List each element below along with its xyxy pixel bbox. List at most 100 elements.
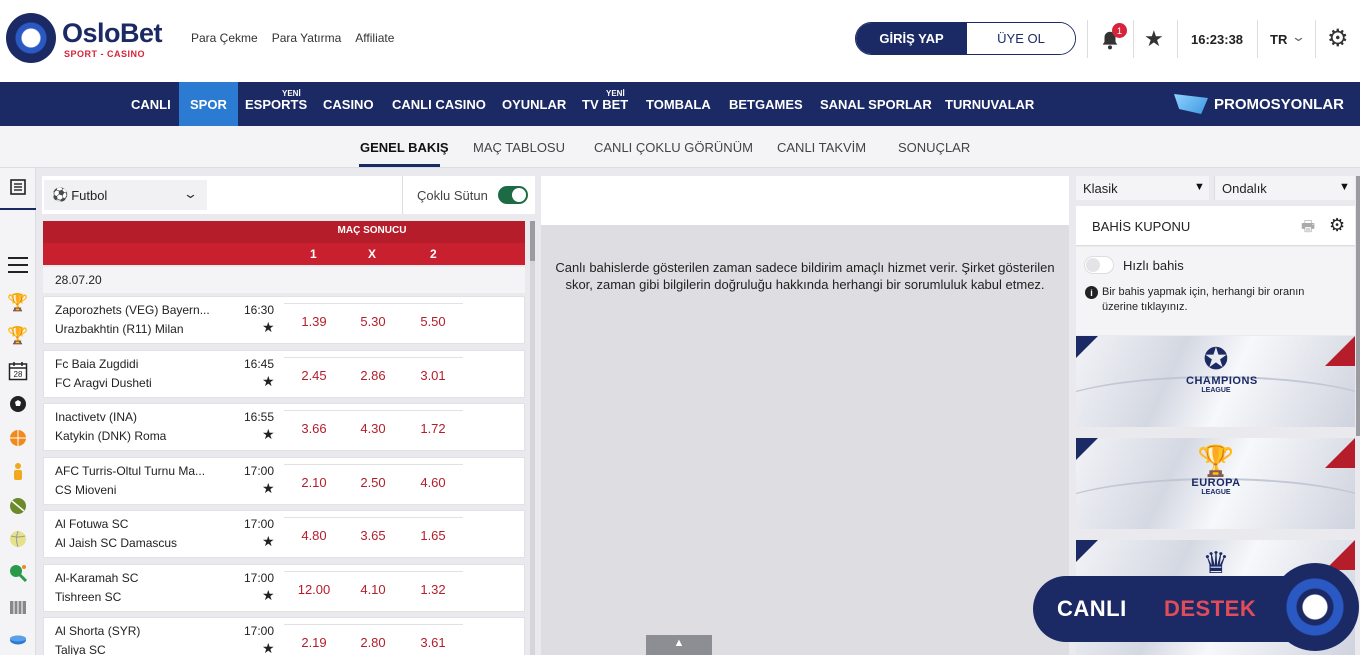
- odd-2[interactable]: 1.65: [403, 528, 463, 543]
- tab-canli-takvim[interactable]: CANLI TAKVİM: [777, 140, 866, 155]
- trophy-icon[interactable]: 🏆: [0, 326, 36, 346]
- match-row[interactable]: Fc Baia Zugdidi FC Aragvi Dusheti 16:45 …: [43, 350, 525, 398]
- nav-turnuvalar[interactable]: TURNUVALAR: [945, 82, 1034, 126]
- settings-gear-icon[interactable]: ⚙: [1327, 27, 1349, 51]
- odd-2[interactable]: 1.32: [403, 582, 463, 597]
- match-row[interactable]: Inactivetv (INA) Katykin (DNK) Roma 16:5…: [43, 403, 525, 451]
- football-icon[interactable]: [0, 395, 36, 413]
- nav-spor[interactable]: SPOR: [179, 82, 238, 126]
- nav-tombala[interactable]: TOMBALA: [646, 82, 711, 126]
- basketball-icon[interactable]: [0, 429, 36, 447]
- clock: 16:23:38: [1191, 32, 1244, 47]
- odd-x[interactable]: 2.80: [343, 635, 403, 650]
- odd-x[interactable]: 3.65: [343, 528, 403, 543]
- list-scrollbar-thumb[interactable]: [530, 221, 535, 261]
- europa-league-banner[interactable]: 🏆 EUROPA LEAGUE: [1076, 438, 1355, 529]
- match-row[interactable]: Al Shorta (SYR) Taliya SC 17:00 ★ 2.19 2…: [43, 617, 525, 655]
- list-view-icon[interactable]: [0, 179, 36, 195]
- odd-1[interactable]: 2.19: [284, 635, 344, 650]
- odd-x[interactable]: 2.50: [343, 475, 403, 490]
- favorite-star-icon[interactable]: ★: [262, 373, 275, 390]
- brand-name: OsloBet: [62, 18, 163, 48]
- match-row[interactable]: AFC Turris-Oltul Turnu Ma... CS Mioveni …: [43, 457, 525, 505]
- new-badge: YENİ: [606, 89, 625, 98]
- favorite-star-icon[interactable]: ★: [262, 319, 275, 336]
- nav-canli[interactable]: CANLI: [131, 82, 171, 126]
- menu-icon[interactable]: [0, 256, 36, 274]
- odd-1[interactable]: 4.80: [284, 528, 344, 543]
- tab-genel-bakis[interactable]: GENEL BAKIŞ: [360, 140, 449, 155]
- favorite-star-icon[interactable]: ★: [262, 426, 275, 443]
- favorite-star-icon[interactable]: ★: [262, 640, 275, 655]
- nav-betgames[interactable]: BETGAMES: [729, 82, 803, 126]
- divider: [1087, 20, 1088, 58]
- betslip-settings-gear-icon[interactable]: ⚙: [1329, 215, 1345, 236]
- favorite-star-icon[interactable]: ★: [262, 480, 275, 497]
- multi-column-toggle[interactable]: [497, 186, 528, 204]
- nav-canli-casino[interactable]: CANLI CASINO: [392, 82, 486, 126]
- scroll-up-button[interactable]: ▲: [646, 635, 712, 655]
- match-row[interactable]: Zaporozhets (VEG) Bayern... Urazbakhtin …: [43, 296, 525, 344]
- nav-esports[interactable]: YENİ ESPORTS: [245, 82, 307, 126]
- market-header: MAÇ SONUCU 1 X 2: [43, 221, 525, 265]
- odd-x[interactable]: 4.10: [343, 582, 403, 597]
- link-affiliate[interactable]: Affiliate: [355, 31, 394, 45]
- language-selector[interactable]: TR: [1270, 32, 1287, 47]
- tennis-icon[interactable]: [0, 497, 36, 515]
- betslip-scrollbar[interactable]: [1356, 176, 1360, 436]
- odd-2[interactable]: 4.60: [403, 475, 463, 490]
- tab-mac-tablosu[interactable]: MAÇ TABLOSU: [473, 140, 565, 155]
- match-row[interactable]: Al-Karamah SC Tishreen SC 17:00 ★ 12.00 …: [43, 564, 525, 612]
- odd-1[interactable]: 1.39: [284, 314, 344, 329]
- tab-sonuclar[interactable]: SONUÇLAR: [898, 140, 970, 155]
- match-time: 17:00: [244, 517, 275, 531]
- odd-2[interactable]: 1.72: [403, 421, 463, 436]
- nav-sanal-sporlar[interactable]: SANAL SPORLAR: [820, 82, 932, 126]
- login-button[interactable]: GİRİŞ YAP: [856, 23, 967, 54]
- print-icon[interactable]: 🖶: [1301, 216, 1315, 241]
- odds-format-select[interactable]: Ondalık ▼: [1214, 176, 1355, 200]
- hockey-icon[interactable]: [0, 634, 36, 646]
- brand-logo[interactable]: OsloBet SPORT - CASINO: [6, 13, 176, 69]
- link-withdraw[interactable]: Para Çekme: [191, 31, 258, 45]
- calendar-icon[interactable]: 28: [0, 361, 36, 381]
- champions-league-banner[interactable]: ✪ CHAMPIONS LEAGUE: [1076, 336, 1355, 427]
- odd-2[interactable]: 5.50: [403, 314, 463, 329]
- odd-1[interactable]: 3.66: [284, 421, 344, 436]
- sport-select-value: Futbol: [71, 187, 108, 203]
- odds-type-select[interactable]: Klasik ▼: [1076, 176, 1209, 200]
- odd-1[interactable]: 2.10: [284, 475, 344, 490]
- nav-casino[interactable]: CASINO: [323, 82, 374, 126]
- banner-line2: LEAGUE: [1201, 387, 1231, 394]
- odd-x[interactable]: 2.86: [343, 368, 403, 383]
- odd-2[interactable]: 3.01: [403, 368, 463, 383]
- boxing-icon[interactable]: [0, 462, 36, 482]
- quick-bet-toggle[interactable]: [1084, 256, 1114, 274]
- trophy-icon[interactable]: 🏆: [0, 293, 36, 313]
- odd-1[interactable]: 12.00: [284, 582, 344, 597]
- volleyball-icon[interactable]: [0, 530, 36, 548]
- nav-oyunlar[interactable]: OYUNLAR: [502, 82, 566, 126]
- handball-icon[interactable]: [0, 599, 36, 615]
- match-time: 16:55: [244, 410, 275, 424]
- tab-canli-coklu-gorunum[interactable]: CANLI ÇOKLU GÖRÜNÜM: [594, 140, 753, 155]
- promotions-link[interactable]: PROMOSYONLAR: [1174, 94, 1344, 114]
- favorites-star-icon[interactable]: ★: [1144, 26, 1164, 52]
- chevron-down-icon[interactable]: ⌄: [1291, 29, 1306, 45]
- sport-select[interactable]: ⚽ Futbol ⌄: [44, 180, 207, 210]
- favorite-star-icon[interactable]: ★: [262, 587, 275, 604]
- register-button[interactable]: ÜYE OL: [967, 23, 1075, 54]
- nav-tvbet[interactable]: YENİ TV BET: [582, 82, 628, 126]
- table-tennis-icon[interactable]: [0, 563, 36, 583]
- odd-2[interactable]: 3.61: [403, 635, 463, 650]
- link-deposit[interactable]: Para Yatırma: [272, 31, 342, 45]
- odd-x[interactable]: 4.30: [343, 421, 403, 436]
- odd-x[interactable]: 5.30: [343, 314, 403, 329]
- match-row[interactable]: Al Fotuwa SC Al Jaish SC Damascus 17:00 …: [43, 510, 525, 558]
- support-logo-icon[interactable]: [1271, 563, 1359, 651]
- list-scrollbar[interactable]: [530, 221, 535, 655]
- favorite-star-icon[interactable]: ★: [262, 533, 275, 550]
- market-cols-band: [43, 243, 525, 265]
- odd-1[interactable]: 2.45: [284, 368, 344, 383]
- info-icon: i: [1085, 286, 1098, 299]
